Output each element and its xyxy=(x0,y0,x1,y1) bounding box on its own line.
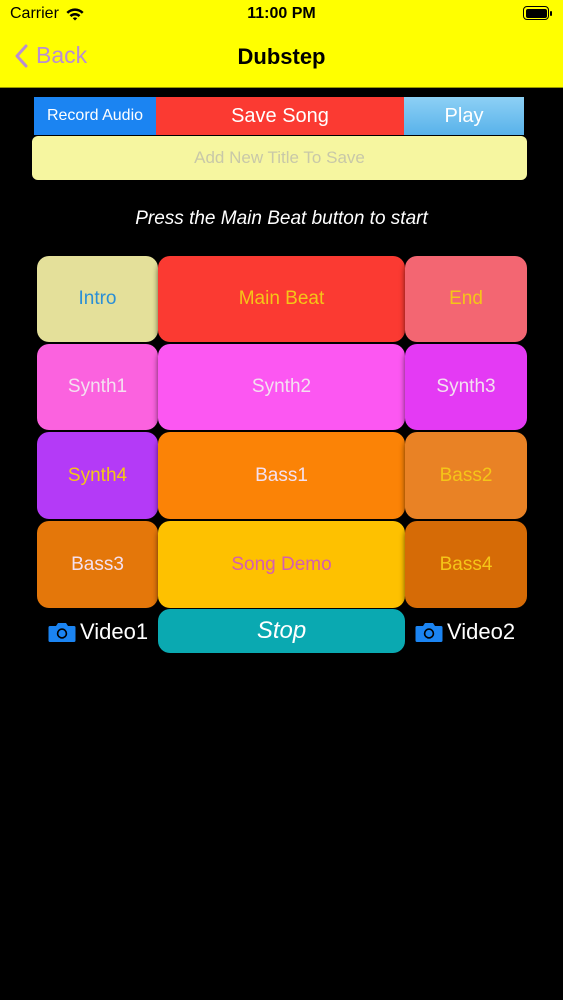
nav-header: Carrier 11:00 PM Back Dubstep xyxy=(0,0,563,88)
video2-label: Video2 xyxy=(447,619,516,644)
pad-bass1[interactable]: Bass1 xyxy=(158,432,405,519)
video1-label: Video1 xyxy=(80,619,149,644)
pad-intro[interactable]: Intro xyxy=(37,256,158,342)
song-title-input[interactable] xyxy=(32,136,527,180)
pad-synth3[interactable]: Synth3 xyxy=(405,344,527,430)
camera-icon xyxy=(48,623,76,642)
instruction-text: Press the Main Beat button to start xyxy=(135,208,428,229)
pad-end[interactable]: End xyxy=(405,256,527,342)
pad-synth1[interactable]: Synth1 xyxy=(37,344,158,430)
pad-main-beat[interactable]: Main Beat xyxy=(158,256,405,342)
camera-icon xyxy=(415,623,443,642)
battery-icon xyxy=(523,6,553,20)
video2-button[interactable]: Video2 xyxy=(415,617,515,647)
pad-synth4[interactable]: Synth4 xyxy=(37,432,158,519)
record-audio-button[interactable]: Record Audio xyxy=(34,97,156,135)
stop-button[interactable]: Stop xyxy=(158,609,405,653)
save-song-button[interactable]: Save Song xyxy=(156,97,404,135)
pad-song-demo[interactable]: Song Demo xyxy=(158,521,405,608)
pad-bass3[interactable]: Bass3 xyxy=(37,521,158,608)
video1-button[interactable]: Video1 xyxy=(48,617,148,647)
status-time: 11:00 PM xyxy=(247,5,316,22)
pad-synth2[interactable]: Synth2 xyxy=(158,344,405,430)
play-button[interactable]: Play xyxy=(404,97,524,135)
pad-bass2[interactable]: Bass2 xyxy=(405,432,527,519)
page-title: Dubstep xyxy=(237,44,326,69)
pad-bass4[interactable]: Bass4 xyxy=(405,521,527,608)
